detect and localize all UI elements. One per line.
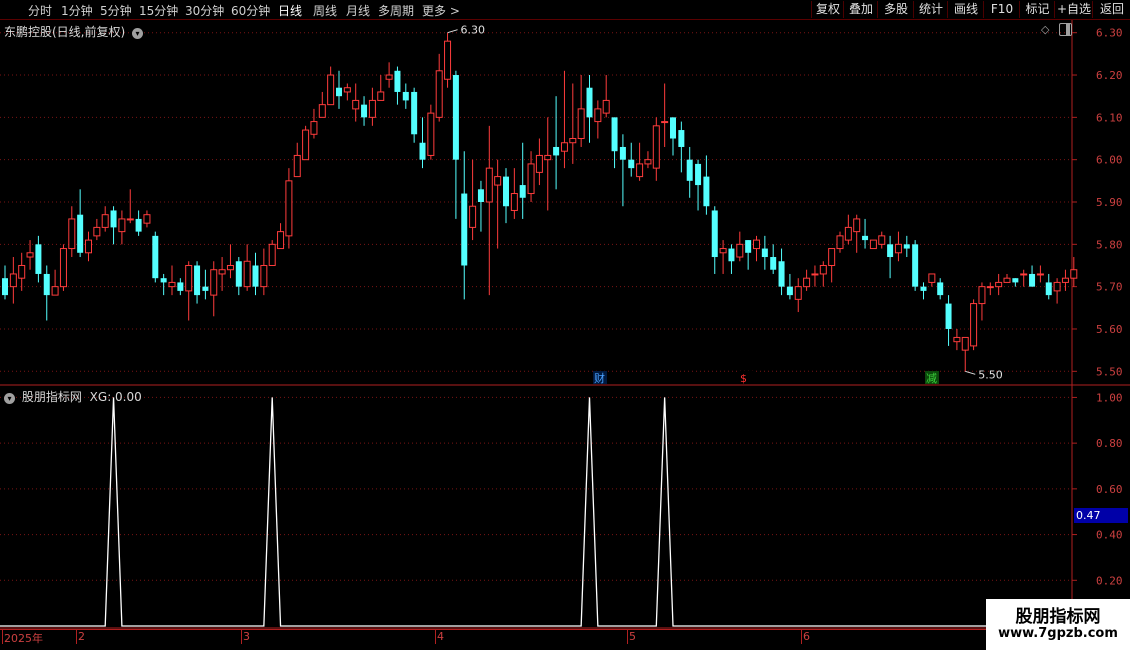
y-tick-label: 6.10 <box>1096 111 1123 124</box>
candle[interactable] <box>869 239 877 250</box>
toolbar-button-1[interactable]: 叠加 <box>843 1 878 18</box>
period-tab-9[interactable]: 多周期 <box>378 2 414 19</box>
toolbar-button-4[interactable]: 画线 <box>947 1 984 18</box>
chevron-down-icon[interactable]: ▾ <box>132 28 144 39</box>
candle[interactable] <box>912 240 919 291</box>
period-tab-5[interactable]: 60分钟 <box>231 2 270 19</box>
toolbar-button-8[interactable]: 返回 <box>1092 1 1130 18</box>
candle[interactable] <box>427 104 435 160</box>
toolbar-button-0[interactable]: 复权 <box>811 1 844 18</box>
y-tick-label: 0.80 <box>1096 437 1123 450</box>
toolbar-button-7[interactable]: +自选 <box>1054 1 1093 18</box>
y-tick-label: 5.80 <box>1096 238 1123 251</box>
x-tick-label: 5 <box>629 630 636 643</box>
event-marker[interactable]: $ <box>739 371 753 385</box>
x-tick-label: 2025年 <box>4 632 43 645</box>
period-tab-4[interactable]: 30分钟 <box>185 2 224 19</box>
candle[interactable] <box>59 244 67 291</box>
event-label: 减 <box>926 372 937 385</box>
panel-toggle-icon[interactable] <box>1059 23 1072 36</box>
x-tick-label: 2 <box>78 630 85 643</box>
y-tick-label: 0.40 <box>1096 529 1123 542</box>
y-tick-label: 0.20 <box>1096 574 1123 587</box>
y-tick-label: 5.90 <box>1096 196 1123 209</box>
watermark-logo: 股朋指标网 www.7gpzb.com <box>986 599 1130 650</box>
period-tab-10[interactable]: 更多 > <box>422 2 460 19</box>
candle[interactable] <box>302 125 310 161</box>
candle[interactable] <box>152 231 159 283</box>
period-tab-0[interactable]: 分时 <box>28 2 52 19</box>
period-tab-7[interactable]: 周线 <box>313 2 337 19</box>
toolbar-button-3[interactable]: 统计 <box>913 1 948 18</box>
x-tick <box>2 630 3 644</box>
x-tick <box>241 630 242 644</box>
watermark-line2: www.7gpzb.com <box>998 626 1118 641</box>
indicator-chart[interactable]: 1.00 0.80 0.60 0.40 0.20 <box>0 386 1130 629</box>
y-tick-label: 6.30 <box>1096 27 1123 40</box>
watermark-line1: 股朋指标网 <box>1015 607 1101 627</box>
chevron-down-icon[interactable]: ▾ <box>4 393 15 404</box>
candle[interactable] <box>444 32 452 88</box>
x-tick-label: 3 <box>243 630 250 643</box>
toolbar-button-5[interactable]: F10 <box>983 1 1020 18</box>
diamond-icon[interactable]: ◇ <box>1041 23 1049 36</box>
y-tick-label: 5.50 <box>1096 365 1123 378</box>
toolbar-button-2[interactable]: 多股 <box>877 1 914 18</box>
event-label: 财 <box>594 371 605 385</box>
y-tick-label: 6.00 <box>1096 154 1123 167</box>
low-marker-label: 5.50 <box>978 368 1003 381</box>
event-label: $ <box>740 372 747 385</box>
x-tick <box>76 630 77 644</box>
x-axis-line <box>0 629 1130 630</box>
indicator-title-wrap: ▾ 股朋指标网 XG: 0.00 <box>4 388 142 405</box>
candle[interactable] <box>268 240 276 266</box>
y-tick-label: 5.60 <box>1096 323 1123 336</box>
period-tab-6[interactable]: 日线 <box>278 2 302 19</box>
candlestick-chart[interactable]: 6.30 6.20 6.10 6.00 5.90 5.80 5.70 5.60 5.50 6.30… <box>0 20 1130 386</box>
stock-title: 东鹏控股(日线,前复权) <box>4 25 126 39</box>
period-toolbar: 分时 1分钟 5分钟 15分钟 30分钟 60分钟 日线 周线 月线 多周期 更多 > 复权 叠加 多股… <box>0 0 1130 20</box>
y-tick-label: 1.00 <box>1096 391 1123 404</box>
x-tick-label: 6 <box>803 630 810 643</box>
period-tab-8[interactable]: 月线 <box>346 2 370 19</box>
period-tab-1[interactable]: 1分钟 <box>61 2 93 19</box>
y-tick-label: 6.20 <box>1096 69 1123 82</box>
candle[interactable] <box>970 299 978 351</box>
y-tick-label: 5.70 <box>1096 281 1123 294</box>
high-marker-label: 6.30 <box>461 24 486 37</box>
event-marker[interactable]: 减 <box>925 371 939 385</box>
x-tick <box>627 630 628 644</box>
y-tick-label: 0.60 <box>1096 483 1123 496</box>
toolbar-button-6[interactable]: 标记 <box>1019 1 1055 18</box>
indicator-series-label: XG: 0.00 <box>89 390 142 404</box>
event-marker[interactable]: 财 <box>593 371 607 385</box>
x-tick-label: 4 <box>437 630 444 643</box>
period-tab-2[interactable]: 5分钟 <box>100 2 132 19</box>
indicator-title: 股朋指标网 <box>21 390 82 404</box>
x-tick <box>801 630 802 644</box>
period-tab-3[interactable]: 15分钟 <box>139 2 178 19</box>
main-panel-title-wrap: 东鹏控股(日线,前复权) ▾ <box>4 23 144 40</box>
x-tick <box>435 630 436 644</box>
current-value-badge: 0.47 <box>1074 508 1128 523</box>
